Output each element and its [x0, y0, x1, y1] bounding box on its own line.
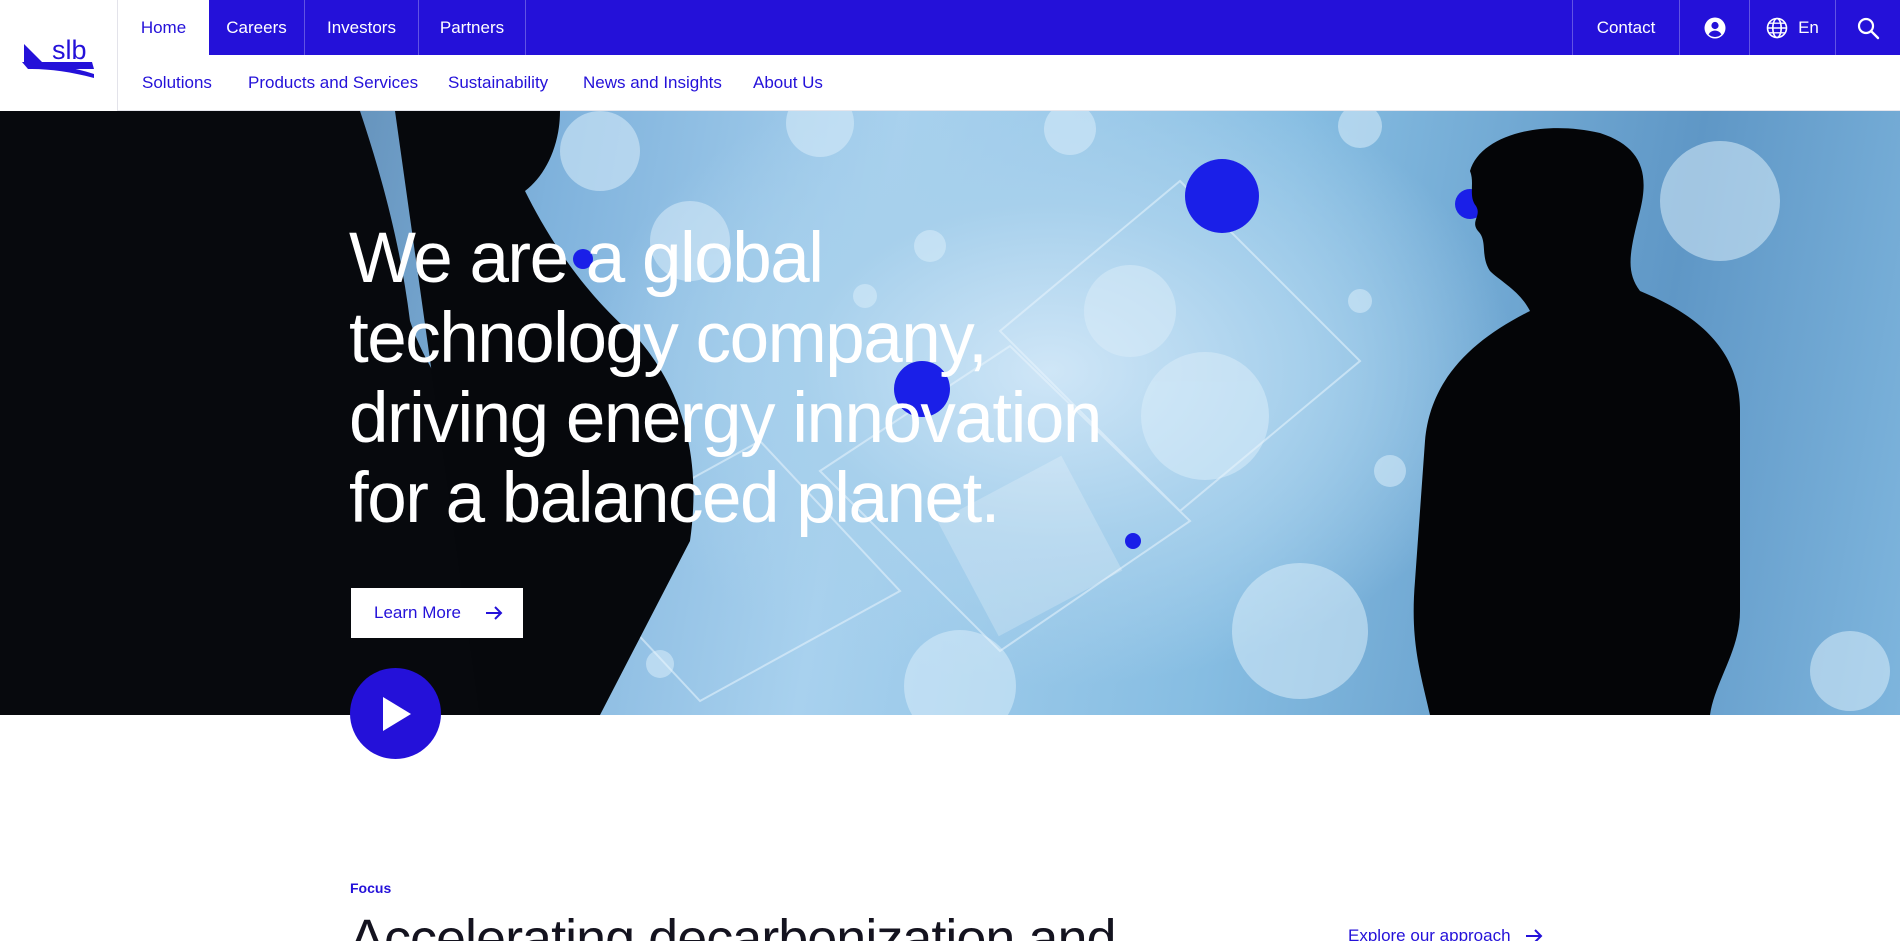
focus-title: Accelerating decarbonization and — [349, 909, 1117, 941]
arrow-right-icon — [1525, 929, 1542, 941]
contact-link[interactable]: Contact — [1572, 0, 1679, 55]
logo-wordmark: slb — [52, 35, 87, 65]
slb-logo[interactable]: slb — [0, 0, 118, 111]
hero-headline-line: driving energy innovation — [349, 379, 1102, 458]
primary-nav: Home Careers Investors Partners Contact — [118, 0, 1900, 55]
play-video-button[interactable] — [350, 668, 441, 759]
globe-icon — [1766, 17, 1788, 38]
tab-investors-label: Investors — [327, 17, 396, 37]
language-selector[interactable]: En — [1749, 0, 1835, 55]
subnav-about-us[interactable]: About Us — [753, 55, 823, 111]
account-button[interactable] — [1679, 0, 1749, 55]
site-header: slb Home Careers Investors Partners Cont… — [0, 0, 1900, 111]
learn-more-button[interactable]: Learn More — [351, 588, 523, 638]
language-label: En — [1798, 17, 1819, 37]
tab-careers[interactable]: Careers — [209, 0, 305, 55]
subnav-solutions[interactable]: Solutions — [142, 55, 212, 111]
subnav-news-label: News and Insights — [583, 73, 722, 92]
tab-home-label: Home — [140, 17, 187, 37]
hero-headline-line: for a balanced planet. — [349, 459, 1000, 538]
contact-label: Contact — [1596, 17, 1656, 37]
subnav-sustainability[interactable]: Sustainability — [448, 55, 548, 111]
search-icon — [1857, 17, 1880, 39]
search-button[interactable] — [1835, 0, 1900, 55]
subnav-solutions-label: Solutions — [142, 73, 212, 92]
tab-partners-label: Partners — [439, 17, 505, 37]
secondary-nav: Solutions Products and Services Sustaina… — [118, 55, 1900, 111]
tab-investors[interactable]: Investors — [305, 0, 419, 55]
learn-more-label: Learn More — [374, 603, 461, 622]
play-icon — [382, 696, 411, 731]
subnav-news-and-insights[interactable]: News and Insights — [583, 55, 722, 111]
hero-headline-line: We are a global — [349, 219, 824, 298]
tab-partners[interactable]: Partners — [419, 0, 526, 55]
slb-logo-mark: slb — [21, 35, 94, 78]
explore-approach-label: Explore our approach — [1348, 926, 1511, 941]
subnav-products-label: Products and Services — [248, 73, 419, 92]
explore-approach-link[interactable]: Explore our approach — [1348, 926, 1543, 941]
subnav-sustainability-label: Sustainability — [448, 73, 549, 92]
user-circle-icon — [1704, 17, 1725, 38]
tab-home[interactable]: Home — [118, 0, 209, 55]
tab-careers-label: Careers — [226, 17, 287, 37]
hero-banner: We are a global technology company, driv… — [0, 111, 1900, 715]
arrow-right-icon — [486, 606, 503, 620]
hero-headline-line: technology company, — [349, 299, 988, 378]
focus-eyebrow: Focus — [350, 880, 392, 896]
subnav-products-and-services[interactable]: Products and Services — [248, 55, 418, 111]
hero-headline: We are a global technology company, driv… — [349, 219, 1169, 539]
subnav-about-label: About Us — [753, 73, 823, 92]
